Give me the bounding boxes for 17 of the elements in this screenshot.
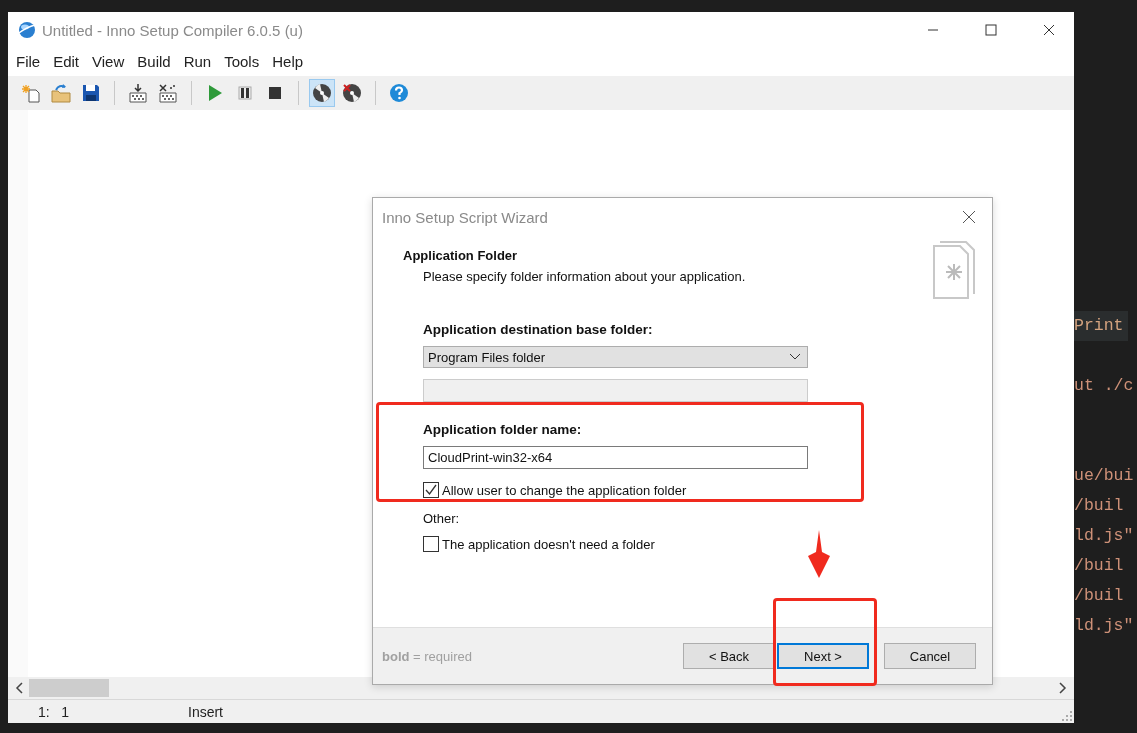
- field-label: Application destination base folder:: [423, 322, 653, 337]
- code-line: /buil: [1074, 495, 1124, 517]
- code-line: ue/bui: [1074, 465, 1134, 487]
- cursor-position: 1: 1: [38, 703, 71, 720]
- window-title: Untitled - Inno Setup Compiler 6.0.5 (u): [42, 21, 303, 39]
- page-subheading: Please specify folder information about your application.: [422, 269, 746, 284]
- code-line: ld.js": [1074, 615, 1134, 637]
- insert-mode: Insert: [188, 703, 223, 720]
- section-label: Other:: [423, 511, 460, 526]
- dialog-title: Inno Setup Script Wizard: [382, 208, 548, 226]
- field-label: Application folder name:: [423, 422, 582, 437]
- code-line: /buil: [1074, 585, 1124, 607]
- code-line: /buil: [1074, 555, 1124, 577]
- code-line: ut ./c: [1074, 375, 1134, 397]
- page-heading: Application Folder: [403, 248, 519, 263]
- legend-text: bold = required: [382, 648, 472, 664]
- code-line: ld.js": [1074, 525, 1134, 547]
